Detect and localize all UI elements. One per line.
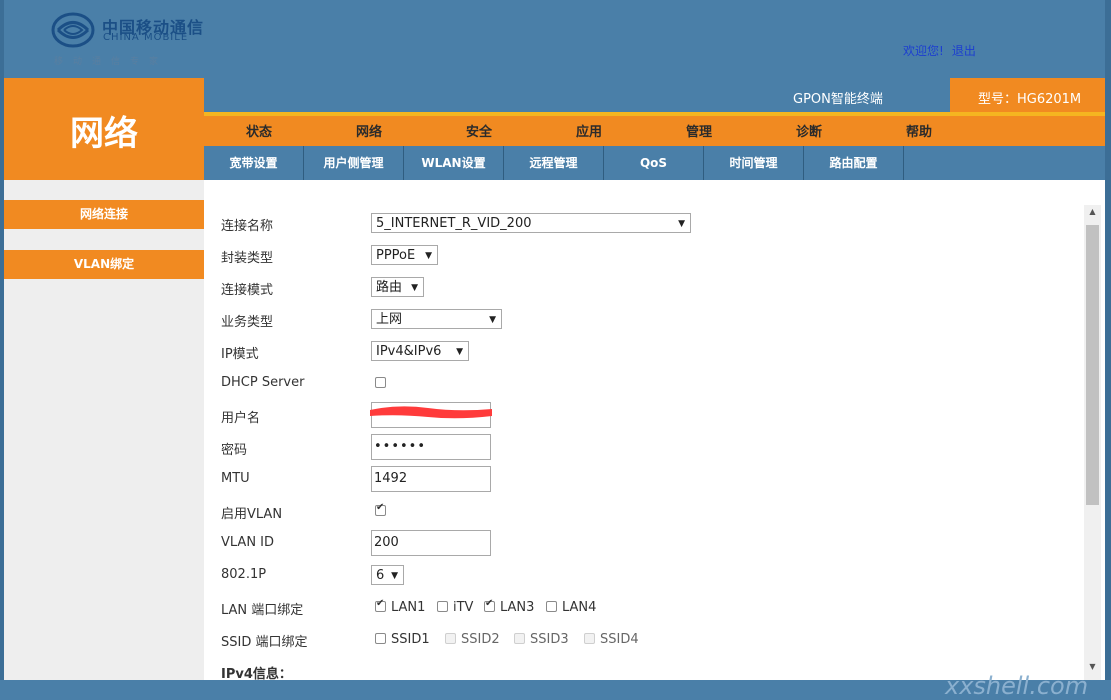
mtu-input[interactable]: 1492 xyxy=(371,466,491,492)
subnav-time-label: 时间管理 xyxy=(729,156,778,170)
username-label: 用户名 xyxy=(221,411,261,426)
nav-management[interactable]: 管理 xyxy=(659,121,739,140)
nav-diagnosis[interactable]: 诊断 xyxy=(769,121,849,140)
lan4-checkbox[interactable] xyxy=(546,601,557,612)
nav-status[interactable]: 状态 xyxy=(219,121,299,140)
connection-mode-select[interactable]: 路由 ▼ xyxy=(371,277,424,297)
ssid2-checkbox[interactable] xyxy=(445,633,456,644)
sidebar-item-vlan-binding[interactable]: VLAN绑定 xyxy=(4,250,204,279)
enable-vlan-label: 启用VLAN xyxy=(221,507,283,522)
redaction-scribble xyxy=(370,406,492,419)
ssid4-label: SSID4 xyxy=(600,632,639,647)
lan4-label: LAN4 xyxy=(562,600,597,615)
subnav-user-side[interactable]: 用户侧管理 xyxy=(304,146,404,180)
scrollbar-thumb[interactable] xyxy=(1086,225,1099,505)
subnav-remote-label: 远程管理 xyxy=(529,156,578,170)
ssid2-label: SSID2 xyxy=(461,632,500,647)
ssid1-checkbox[interactable] xyxy=(375,633,386,644)
logo-slogan: 移动通信专家 xyxy=(54,57,169,67)
dropdown-arrow-icon: ▼ xyxy=(456,347,463,357)
encapsulation-value: PPPoE xyxy=(376,248,416,263)
ip-mode-label: IP模式 xyxy=(221,347,259,362)
dropdown-arrow-icon: ▼ xyxy=(489,315,496,325)
subnav-routing-label: 路由配置 xyxy=(829,156,878,170)
lan3-checkbox[interactable] xyxy=(484,598,495,612)
ip-mode-value: IPv4&IPv6 xyxy=(376,344,442,359)
subnav-wlan[interactable]: WLAN设置 xyxy=(404,146,504,180)
watermark: xxshell.com xyxy=(945,672,1089,700)
subnav-broadband[interactable]: 宽带设置 xyxy=(204,146,304,180)
connection-name-select[interactable]: 5_INTERNET_R_VID_200 ▼ xyxy=(371,213,691,233)
subnav-remote[interactable]: 远程管理 xyxy=(504,146,604,180)
connection-mode-label: 连接模式 xyxy=(221,283,274,298)
dropdown-arrow-icon: ▼ xyxy=(391,571,398,581)
password-label: 密码 xyxy=(221,443,248,458)
password-input[interactable]: •••••• xyxy=(371,434,491,460)
nav-application[interactable]: 应用 xyxy=(549,121,629,140)
ssid1-label: SSID1 xyxy=(391,632,430,647)
model-number: 型号：HG6201M xyxy=(978,92,1082,107)
dot1p-value: 6 xyxy=(376,568,385,583)
content-panel xyxy=(204,180,1084,680)
connection-name-label: 连接名称 xyxy=(221,219,274,234)
lan1-checkbox[interactable] xyxy=(375,598,386,612)
subnav-wlan-label: WLAN设置 xyxy=(421,156,486,170)
dhcp-server-label: DHCP Server xyxy=(221,375,305,390)
china-mobile-logo-icon xyxy=(51,12,95,48)
ip-mode-select[interactable]: IPv4&IPv6 ▼ xyxy=(371,341,469,361)
ssid4-checkbox[interactable] xyxy=(584,633,595,644)
dot1p-label: 802.1P xyxy=(221,567,267,582)
enable-vlan-checkbox[interactable] xyxy=(375,502,386,516)
service-type-select[interactable]: 上网 ▼ xyxy=(371,309,502,329)
scroll-up-arrow-icon[interactable]: ▲ xyxy=(1084,207,1101,221)
subnav-time[interactable]: 时间管理 xyxy=(704,146,804,180)
subnav-qos-label: QoS xyxy=(639,156,668,170)
service-type-value: 上网 xyxy=(376,312,403,327)
encapsulation-label: 封装类型 xyxy=(221,251,274,266)
logo-english-text: CHINA MOBILE xyxy=(103,32,189,43)
subnav-qos[interactable]: QoS xyxy=(604,146,704,180)
ssid3-checkbox[interactable] xyxy=(514,633,525,644)
subnav-broadband-label: 宽带设置 xyxy=(229,156,278,170)
ssid-binding-label: SSID 端口绑定 xyxy=(221,635,308,650)
connection-name-value: 5_INTERNET_R_VID_200 xyxy=(376,216,532,231)
itv-label: iTV xyxy=(453,600,474,615)
nav-help[interactable]: 帮助 xyxy=(879,121,959,140)
subnav-routing[interactable]: 路由配置 xyxy=(804,146,904,180)
connection-mode-value: 路由 xyxy=(376,280,403,295)
vlan-id-input[interactable]: 200 xyxy=(371,530,491,556)
logout-link[interactable]: 退出 xyxy=(952,44,976,58)
vlan-id-label: VLAN ID xyxy=(221,535,275,550)
dot1p-select[interactable]: 6 ▼ xyxy=(371,565,404,585)
encapsulation-select[interactable]: PPPoE ▼ xyxy=(371,245,438,265)
service-type-label: 业务类型 xyxy=(221,315,274,330)
right-window-border xyxy=(1105,0,1111,700)
subnav-user-side-label: 用户侧管理 xyxy=(323,156,384,170)
dropdown-arrow-icon: ▼ xyxy=(425,251,432,261)
dropdown-arrow-icon: ▼ xyxy=(678,219,685,229)
itv-checkbox[interactable] xyxy=(437,601,448,612)
dropdown-arrow-icon: ▼ xyxy=(411,283,418,293)
sidebar-item-network-connection[interactable]: 网络连接 xyxy=(4,200,204,229)
nav-network[interactable]: 网络 xyxy=(329,121,409,140)
dhcp-server-checkbox[interactable] xyxy=(375,377,386,388)
lan-binding-label: LAN 端口绑定 xyxy=(221,603,304,618)
welcome-area: 欢迎您! 退出 xyxy=(903,42,984,59)
lan3-label: LAN3 xyxy=(500,600,535,615)
lan1-label: LAN1 xyxy=(391,600,426,615)
nav-security[interactable]: 安全 xyxy=(439,121,519,140)
mtu-label: MTU xyxy=(221,471,250,486)
product-name: GPON智能终端 xyxy=(793,92,883,107)
china-mobile-logo: 中国移动通信 CHINA MOBILE 移动通信专家 xyxy=(50,10,230,70)
section-title: 网络 xyxy=(70,114,138,154)
welcome-text: 欢迎您! xyxy=(903,44,944,58)
ssid3-label: SSID3 xyxy=(530,632,569,647)
